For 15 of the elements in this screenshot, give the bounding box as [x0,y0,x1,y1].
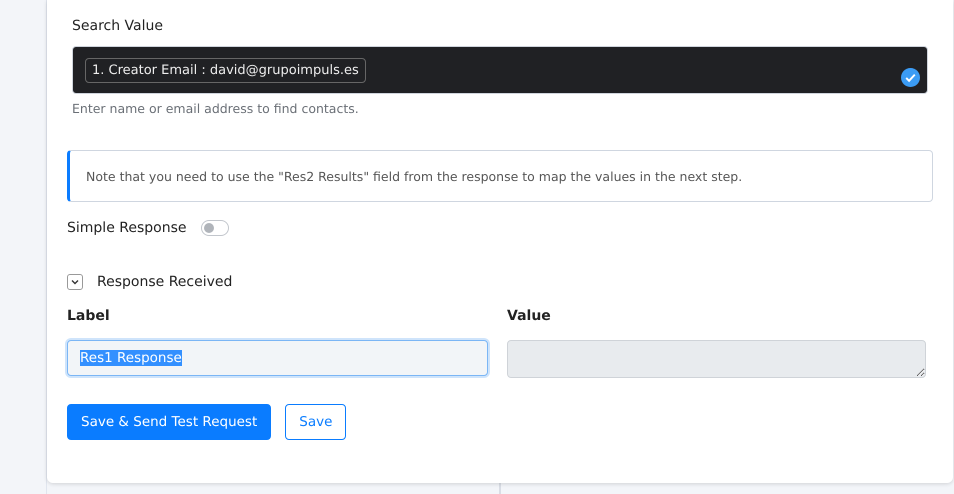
section-label: Response Received [97,274,232,290]
note-text: Note that you need to use the "Res2 Results" field from the response to map the values in the next step. [86,168,742,184]
search-value-field[interactable]: 1. Creator Email : david@grupoimpuls.es [72,46,928,94]
column-heading: Value [507,308,552,324]
toggle-switch[interactable] [200,220,228,236]
field-label: Search Value [72,18,164,34]
value-tag: 1. Creator Email : david@grupoimpuls.es [85,58,366,83]
expand-toggle[interactable] [67,274,83,290]
column-heading: Label [67,308,111,324]
save-button[interactable]: Save [285,404,346,440]
toggle-label: Simple Response [67,220,186,236]
help-text: Enter name or email address to find contacts. [72,101,360,116]
send-button[interactable]: Save & Send Test Request [67,404,272,440]
chevron-icon [70,278,80,286]
label-input[interactable]: Res1 Response [67,340,488,376]
